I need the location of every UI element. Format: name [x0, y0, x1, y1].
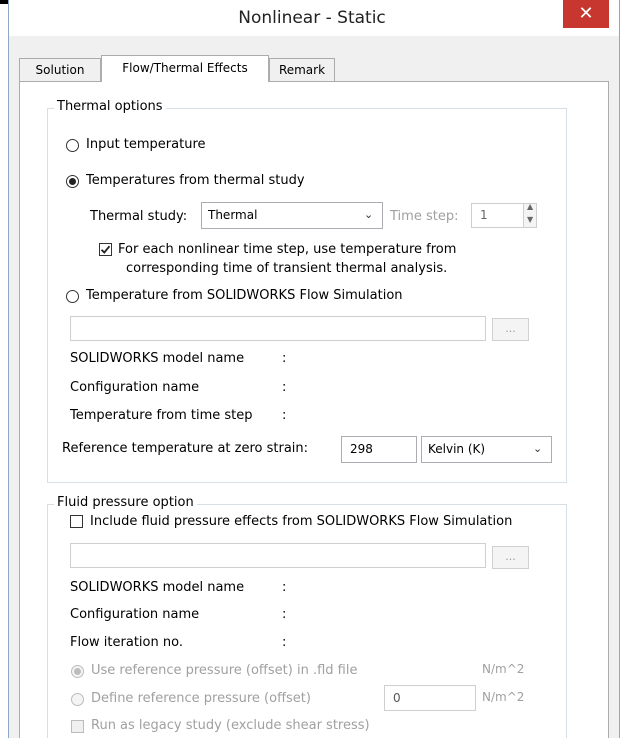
define-reference-unit-label: N/m^2 [482, 690, 525, 704]
fluid-flow-file-input[interactable] [70, 543, 486, 568]
thermal-study-radio[interactable] [66, 175, 79, 188]
flow-iteration-colon: : [282, 635, 287, 650]
input-temperature-radio[interactable] [66, 139, 79, 152]
time-step-label: Time step: [390, 209, 459, 224]
fluid-model-name-colon: : [282, 580, 287, 595]
thermal-model-name-label: SOLIDWORKS model name [70, 351, 245, 366]
reference-temperature-label: Reference temperature at zero strain: [62, 441, 309, 456]
spin-up-icon: ▲ [527, 202, 534, 211]
input-temperature-label: Input temperature [86, 137, 206, 152]
time-step-spinner[interactable]: ▲ ▼ [523, 202, 537, 228]
thermal-study-select[interactable]: Thermal ⌄ [201, 202, 383, 229]
transient-checkbox[interactable] [99, 243, 112, 256]
include-fluid-pressure-label: Include fluid pressure effects from SOLI… [90, 514, 513, 529]
thermal-study-option-label: Temperatures from thermal study [86, 173, 305, 188]
legacy-study-label: Run as legacy study (exclude shear stres… [91, 718, 370, 733]
include-fluid-pressure-checkbox[interactable] [70, 515, 83, 528]
fluid-model-name-label: SOLIDWORKS model name [70, 580, 245, 595]
fluid-browse-button[interactable]: ... [492, 546, 529, 569]
tab-solution[interactable]: Solution [19, 58, 101, 81]
thermal-time-step-colon: : [282, 408, 287, 423]
temperature-unit-select[interactable]: Kelvin (K) ⌄ [421, 436, 552, 463]
flow-temperature-radio[interactable] [66, 290, 79, 303]
use-reference-pressure-label: Use reference pressure (offset) in .fld … [91, 663, 358, 678]
reference-temperature-input[interactable]: 298 [341, 436, 417, 463]
checkmark-icon [100, 245, 111, 254]
close-button[interactable]: ✕ [563, 0, 609, 28]
transient-option-line2: corresponding time of transient thermal … [126, 261, 448, 276]
thermal-model-name-colon: : [282, 351, 287, 366]
legacy-study-checkbox[interactable] [71, 720, 84, 733]
thermal-browse-button[interactable]: ... [492, 318, 529, 341]
fluid-pressure-legend: Fluid pressure option [54, 495, 197, 510]
thermal-options-legend: Thermal options [54, 99, 166, 114]
tab-flow-thermal-effects[interactable]: Flow/Thermal Effects [101, 55, 269, 82]
chevron-down-icon: ⌄ [533, 442, 543, 455]
use-reference-unit-label: N/m^2 [482, 662, 525, 676]
use-reference-pressure-radio[interactable] [71, 665, 84, 678]
thermal-study-label: Thermal study: [90, 209, 188, 224]
window-left-edge [0, 0, 8, 738]
fluid-config-name-label: Configuration name [70, 607, 200, 622]
define-reference-pressure-radio[interactable] [71, 693, 84, 706]
transient-option-line1: For each nonlinear time step, use temper… [118, 242, 457, 257]
close-icon: ✕ [578, 3, 594, 24]
tab-remark[interactable]: Remark [269, 58, 335, 81]
thermal-flow-file-input[interactable] [70, 316, 486, 341]
window-title: Nonlinear - Static [238, 8, 386, 28]
reference-pressure-input[interactable]: 0 [384, 685, 476, 711]
chevron-down-icon: ⌄ [364, 208, 374, 221]
define-reference-pressure-label: Define reference pressure (offset) [91, 691, 311, 706]
spin-down-icon: ▼ [527, 215, 534, 224]
thermal-time-step-label: Temperature from time step [70, 408, 253, 423]
fluid-config-name-colon: : [282, 607, 287, 622]
thermal-config-name-label: Configuration name [70, 380, 200, 395]
window-right-border [619, 0, 620, 738]
thermal-config-name-colon: : [282, 380, 287, 395]
flow-iteration-label: Flow iteration no. [70, 635, 183, 650]
flow-temperature-label: Temperature from SOLIDWORKS Flow Simulat… [86, 288, 403, 303]
time-step-input[interactable]: 1 [471, 203, 524, 228]
